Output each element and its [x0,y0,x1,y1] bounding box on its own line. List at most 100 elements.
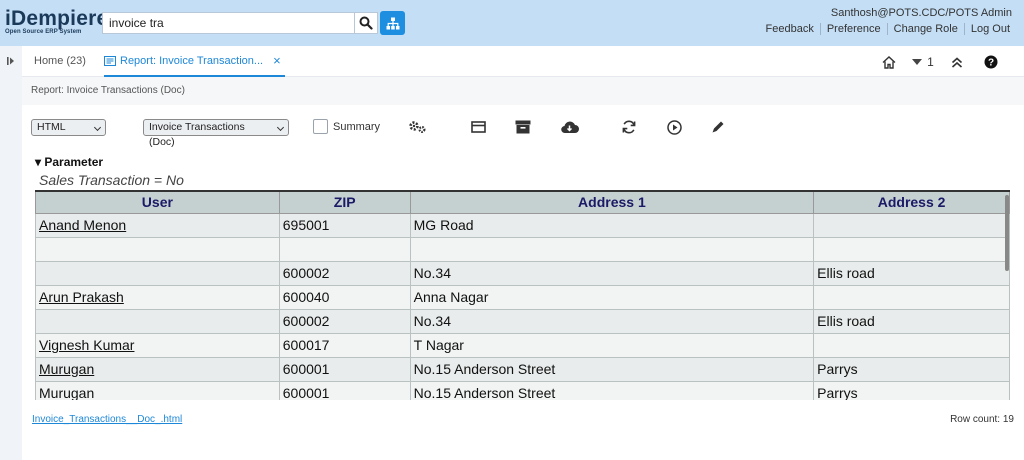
cell-address1: No.34 [409,260,815,286]
collapse-header-button[interactable] [940,52,974,72]
cell-address1: No.15 Anderson Street [409,356,815,382]
table-scrollbar[interactable] [1005,195,1009,271]
tab-home[interactable]: Home (23) [34,46,86,77]
cell-address2: Ellis road [813,260,1010,286]
column-header-address1[interactable]: Address 1 [409,190,815,214]
logout-link[interactable]: Log Out [963,23,1016,35]
report-toolbar: HTML Invoice Transactions (Doc) Summary [22,113,1024,148]
row-count-label: Row count: 19 [950,414,1014,425]
summary-label: Summary [333,121,381,133]
app-logo[interactable]: iDempiere Open Source ERP System [5,7,109,38]
change-role-link[interactable]: Change Role [886,23,964,35]
cell-address1: T Nagar [409,332,815,358]
tab-report-label: Report: Invoice Transaction... [120,54,264,67]
archive-button[interactable] [513,117,533,137]
cell-user[interactable]: Arun Prakash [35,284,280,310]
logo-title: iDempiere [5,7,109,30]
cell-address2: Parrys [813,380,1010,400]
column-header-zip[interactable]: ZIP [278,190,411,214]
column-header-user[interactable]: User [35,190,280,214]
table-row: Anand Menon 695001 MG Road [35,212,1010,238]
send-mail-button[interactable] [468,117,488,137]
window-list-dropdown[interactable]: 1 [906,52,940,72]
table-row: Arun Prakash 600040 Anna Nagar [35,284,1010,310]
cell-zip: 695001 [278,212,411,238]
double-chevron-up-icon [951,56,963,68]
report-table-container[interactable]: User ZIP Address 1 Address 2 Anand Menon… [35,190,1010,400]
table-row: Vignesh Kumar 600017 T Nagar [35,332,1010,358]
feedback-link[interactable]: Feedback [760,23,820,35]
cell-address1: Anna Nagar [409,284,815,310]
cell-user [35,260,280,286]
refresh-icon [622,120,636,134]
app-header: iDempiere Open Source ERP System invoice… [0,0,1024,46]
archive-icon [515,120,531,134]
cell-zip [278,236,411,262]
table-row: 600002 No.34 Ellis road [35,308,1010,334]
download-icon [560,121,579,134]
search-button[interactable] [354,12,378,34]
cell-address2: Ellis road [813,308,1010,334]
table-header-row: User ZIP Address 1 Address 2 [35,190,1010,214]
header-links: Feedback Preference Change Role Log Out [760,23,1016,35]
user-role-label: Santhosh@POTS.CDC/POTS Admin [830,7,1012,19]
close-tab-icon[interactable]: × [273,46,281,76]
home-button[interactable] [872,52,906,72]
tab-right-icons: 1 ? [872,52,1008,72]
breadcrumb-bar: Report: Invoice Transactions (Doc) [22,77,1024,105]
refresh-button[interactable] [619,117,639,137]
cell-zip: 600040 [278,284,411,310]
edit-report-button[interactable] [708,117,728,137]
breadcrumb: Report: Invoice Transactions (Doc) [31,85,185,96]
cell-user[interactable]: Anand Menon [35,212,280,238]
cell-address1: No.15 Anderson Street [409,380,815,400]
export-button[interactable] [559,117,579,137]
cell-address2 [813,332,1010,358]
table-row: Murugan 600001 No.15 Anderson Street Par… [35,380,1010,400]
svg-text:?: ? [988,58,994,69]
caret-down-icon [912,59,923,65]
report-table: User ZIP Address 1 Address 2 Anand Menon… [35,190,1010,400]
cell-address1: No.34 [409,308,815,334]
report-icon [104,55,116,66]
table-row: Murugan 600001 No.15 Anderson Street Par… [35,356,1010,382]
cell-zip: 600002 [278,308,411,334]
summary-checkbox[interactable] [313,119,328,134]
cell-address1 [409,236,815,262]
cell-address2 [813,284,1010,310]
expand-panel-icon[interactable] [6,56,16,66]
cell-address2 [813,212,1010,238]
open-window-count: 1 [927,55,934,69]
west-panel-strip [0,46,22,460]
print-format-select[interactable]: Invoice Transactions (Doc) [143,119,289,148]
parameter-heading[interactable]: ▾ Parameter [35,155,103,169]
run-report-button[interactable] [664,117,684,137]
table-row [35,236,1010,262]
settings-icon [408,121,426,134]
help-icon: ? [984,55,998,69]
cell-user[interactable]: Murugan [35,356,280,382]
preference-link[interactable]: Preference [819,23,887,35]
output-format-select[interactable]: HTML [31,119,106,136]
cell-user [35,308,280,334]
play-circle-icon [666,119,682,135]
pencil-icon [712,121,724,133]
parameter-value: Sales Transaction = No [39,172,184,188]
search-icon [359,16,373,30]
email-icon [470,121,486,133]
download-html-link[interactable]: Invoice_Transactions__Doc_.html [32,414,182,425]
tab-report[interactable]: Report: Invoice Transaction... × [104,46,285,77]
help-button[interactable]: ? [974,52,1008,72]
customize-button[interactable] [407,117,427,137]
cell-address2 [813,236,1010,262]
parameter-heading-label: Parameter [44,155,104,169]
home-icon [882,55,896,69]
cell-zip: 600001 [278,380,411,400]
global-search-input[interactable]: invoice tra [102,12,354,34]
cell-zip: 600002 [278,260,411,286]
cell-zip: 600001 [278,356,411,382]
column-header-address2[interactable]: Address 2 [813,190,1010,214]
cell-address1: MG Road [409,212,815,238]
cell-user[interactable]: Vignesh Kumar [35,332,280,358]
menu-tree-button[interactable] [380,11,405,35]
